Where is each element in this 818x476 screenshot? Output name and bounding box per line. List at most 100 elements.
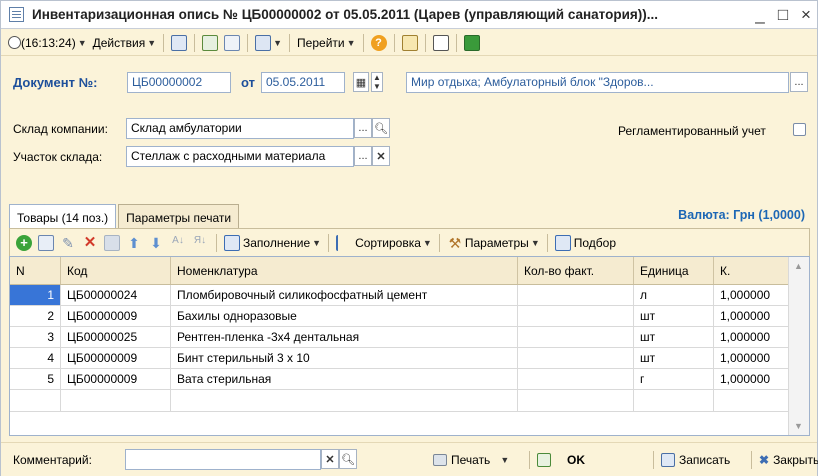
table-row[interactable]: 2 ЦБ00000009 Бахилы одноразовые шт 1,000…	[10, 306, 809, 327]
section-clear-button[interactable]: ✕	[372, 146, 390, 166]
tab-goods[interactable]: Товары (14 поз.)	[9, 204, 117, 228]
date-spinner[interactable]: ▲ ▼	[371, 72, 383, 92]
edit-row-icon[interactable]: ✎	[60, 235, 76, 251]
calendar-button[interactable]: ▦	[353, 72, 369, 92]
row-unit: шт	[634, 306, 714, 326]
vertical-scrollbar[interactable]: ▲ ▼	[788, 257, 809, 435]
column-header-k[interactable]: К.	[714, 257, 790, 284]
chevron-down-icon: ▼	[530, 237, 540, 248]
comment-field[interactable]	[125, 449, 321, 470]
document-window: Инвентаризационная опись № ЦБ00000002 от…	[0, 0, 818, 476]
chevron-down-icon: ▼	[147, 37, 157, 48]
help-icon: ?	[370, 34, 387, 51]
column-header-qty[interactable]: Кол-во факт.	[518, 257, 634, 284]
maximize-button[interactable]: □	[773, 5, 793, 25]
tab-bar: Товары (14 поз.) Параметры печати	[9, 204, 241, 228]
row-unit: шт	[634, 327, 714, 347]
warehouse-open-button[interactable]: 🔍︎	[372, 118, 390, 138]
table-row[interactable]: 3 ЦБ00000025 Рентген-пленка -3х4 денталь…	[10, 327, 809, 348]
toolbar-divider	[529, 451, 530, 469]
delete-row-icon[interactable]: ✕	[82, 234, 98, 251]
copy-row-icon[interactable]	[38, 234, 54, 251]
date-field[interactable]: 05.05.2011	[261, 72, 345, 93]
currency-label: Валюта: Грн (1,0000)	[678, 208, 805, 222]
row-qty[interactable]	[518, 306, 634, 326]
row-code: ЦБ00000009	[61, 369, 171, 389]
section-select-button[interactable]: ...	[354, 146, 372, 166]
sort-menu[interactable]: Сортировка ▼	[333, 232, 435, 254]
table-row[interactable]: 4 ЦБ00000009 Бинт стерильный 3 х 10 шт 1…	[10, 348, 809, 369]
warehouse-section-field[interactable]: Стеллаж с расходными материала	[126, 146, 354, 167]
column-header-unit[interactable]: Единица	[634, 257, 714, 284]
print-label: Печать	[451, 453, 491, 467]
list-button[interactable]	[430, 32, 452, 54]
chevron-down-icon: ▼	[312, 237, 322, 248]
comment-clear-button[interactable]: ✕	[321, 449, 339, 469]
tab-print-params[interactable]: Параметры печати	[118, 204, 240, 228]
comment-label: Комментарий:	[13, 453, 92, 467]
pick-button[interactable]: Подбор	[552, 232, 619, 254]
row-number: 1	[10, 285, 61, 305]
column-header-nomenclature[interactable]: Номенклатура	[171, 257, 518, 284]
column-header-n[interactable]: N	[10, 257, 61, 284]
ok-button[interactable]: OK	[533, 449, 589, 471]
row-k: 1,000000	[714, 285, 790, 305]
actions-menu[interactable]: Действия ▼	[90, 32, 160, 54]
row-qty[interactable]	[518, 285, 634, 305]
organization-field[interactable]: Мир отдыха; Амбулаторный блок "Здоров...	[406, 72, 789, 93]
close-window-button[interactable]: ×	[796, 5, 816, 25]
copy-button[interactable]	[221, 32, 243, 54]
end-edit-icon[interactable]	[104, 234, 120, 251]
search-icon: 🔍︎	[341, 453, 355, 466]
regulated-checkbox[interactable]	[793, 123, 806, 136]
organization-select-button[interactable]: ...	[790, 72, 808, 92]
row-number: 3	[10, 327, 61, 347]
movements-button[interactable]	[399, 32, 421, 54]
warehouse-label: Склад компании:	[13, 122, 108, 136]
search-icon: 🔍︎	[374, 122, 388, 135]
sort-desc-icon[interactable]: Я↓	[192, 235, 208, 251]
toolbar-divider	[424, 33, 426, 52]
sort-asc-icon[interactable]: A↓	[170, 235, 186, 251]
save-button[interactable]: Записать	[657, 449, 734, 471]
column-header-code[interactable]: Код	[61, 257, 171, 284]
toolbar-divider	[163, 33, 165, 52]
structure-button[interactable]: ▼	[252, 32, 285, 54]
save-close-button[interactable]	[168, 32, 190, 54]
report-button[interactable]	[461, 32, 483, 54]
row-unit: г	[634, 369, 714, 389]
toolbar-divider	[438, 233, 440, 252]
time-label: (16:13:24)	[21, 35, 76, 50]
sort-icon	[336, 234, 352, 251]
row-qty[interactable]	[518, 327, 634, 347]
add-row-icon[interactable]: +	[16, 234, 32, 251]
row-number: 4	[10, 348, 61, 368]
table-row[interactable]: 1 ЦБ00000024 Пломбировочный силикофосфат…	[10, 285, 809, 306]
params-menu[interactable]: ⚒ Параметры ▼	[444, 232, 543, 254]
move-up-icon[interactable]: ⬆	[126, 235, 142, 251]
help-button[interactable]: ?	[368, 32, 390, 54]
regulated-label: Регламентированный учет	[618, 124, 766, 138]
row-qty[interactable]	[518, 369, 634, 389]
history-button[interactable]: (16:13:24) ▼	[5, 32, 90, 54]
close-button[interactable]: ✖ Закрыть	[755, 449, 818, 471]
table-row[interactable]: 5 ЦБ00000009 Вата стерильная г 1,000000	[10, 369, 809, 390]
params-label: Параметры	[464, 235, 529, 250]
row-qty[interactable]	[518, 348, 634, 368]
toolbar-divider	[289, 33, 291, 52]
fill-menu[interactable]: Заполнение ▼	[221, 232, 324, 254]
comment-search-button[interactable]: 🔍︎	[339, 449, 357, 469]
move-down-icon[interactable]: ⬇	[148, 235, 164, 251]
minimize-button[interactable]: _	[750, 5, 770, 25]
warehouse-field[interactable]: Склад амбулатории	[126, 118, 354, 139]
warehouse-select-button[interactable]: ...	[354, 118, 372, 138]
refresh-button[interactable]	[199, 32, 221, 54]
goto-menu[interactable]: Перейти ▼	[294, 32, 358, 54]
print-button[interactable]: Печать ▼	[429, 449, 513, 471]
row-k: 1,000000	[714, 369, 790, 389]
empty-cell	[61, 390, 171, 411]
scroll-down-icon[interactable]: ▼	[794, 421, 803, 431]
document-number-field[interactable]: ЦБ00000002	[127, 72, 231, 93]
clock-icon	[8, 36, 21, 49]
scroll-up-icon[interactable]: ▲	[794, 261, 803, 271]
